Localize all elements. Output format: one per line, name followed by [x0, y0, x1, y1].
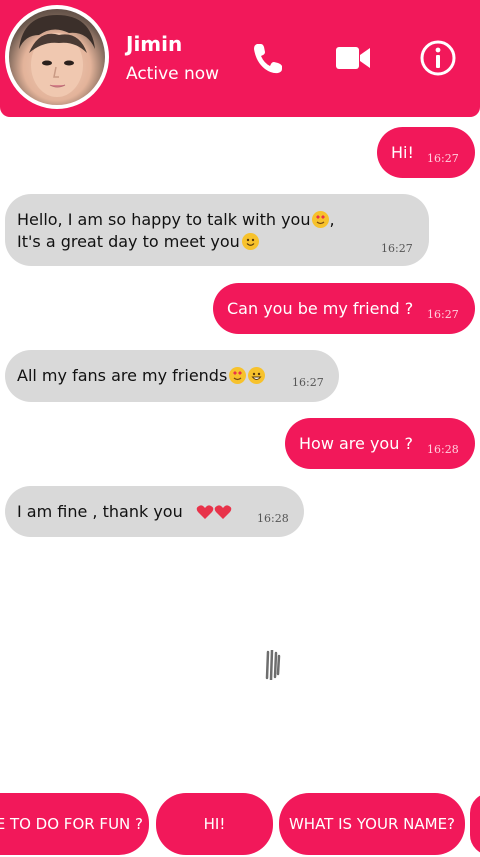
smiling-emoji-icon	[241, 233, 259, 250]
contact-name: Jimin	[126, 32, 183, 56]
grinning-emoji-icon	[248, 367, 266, 384]
message-incoming: All my fans are my friends 16:27	[5, 350, 339, 402]
quick-reply-name[interactable]: WHAT IS YOUR NAME?	[279, 793, 465, 855]
info-icon[interactable]	[418, 38, 458, 78]
message-text-line2: It's a great day to meet you	[17, 231, 259, 253]
quick-reply-fun[interactable]: E TO DO FOR FUN ?	[0, 793, 149, 855]
message-text: All my fans are my friends	[17, 365, 266, 387]
message-outgoing: Can you be my friend ? 16:27	[213, 283, 475, 334]
chat-screen: Jimin Active now Hi! 16:27 Hello, I am s…	[0, 0, 480, 857]
contact-status: Active now	[126, 64, 220, 84]
scroll-handle[interactable]	[264, 648, 282, 682]
message-text: I am fine , thank you	[17, 501, 232, 523]
chat-header: Jimin Active now	[0, 0, 480, 117]
message-time: 16:27	[427, 152, 459, 165]
heart-eyes-emoji-icon	[229, 367, 247, 384]
avatar[interactable]	[5, 5, 109, 109]
phone-icon[interactable]	[248, 38, 288, 78]
message-incoming: Hello, I am so happy to talk with you , …	[5, 194, 429, 266]
message-text: How are you ?	[299, 434, 413, 453]
heart-eyes-emoji-icon	[312, 211, 330, 228]
quick-reply-next[interactable]	[470, 793, 480, 855]
message-time: 16:28	[427, 443, 459, 456]
message-time: 16:27	[427, 308, 459, 321]
message-time: 16:28	[257, 512, 289, 525]
message-time: 16:27	[292, 376, 324, 389]
message-text: Can you be my friend ?	[227, 299, 414, 318]
message-time: 16:27	[381, 242, 413, 255]
red-heart-emoji-icon	[214, 505, 232, 519]
video-camera-icon[interactable]	[333, 38, 373, 78]
message-outgoing: Hi! 16:27	[377, 127, 475, 178]
message-text-line1: Hello, I am so happy to talk with you ,	[17, 210, 335, 229]
message-outgoing: How are you ? 16:28	[285, 418, 475, 469]
red-heart-emoji-icon	[196, 505, 214, 519]
message-incoming: I am fine , thank you 16:28	[5, 486, 304, 537]
message-text: Hi!	[391, 143, 414, 162]
avatar-photo	[9, 9, 105, 105]
quick-reply-hi[interactable]: HI!	[156, 793, 273, 855]
